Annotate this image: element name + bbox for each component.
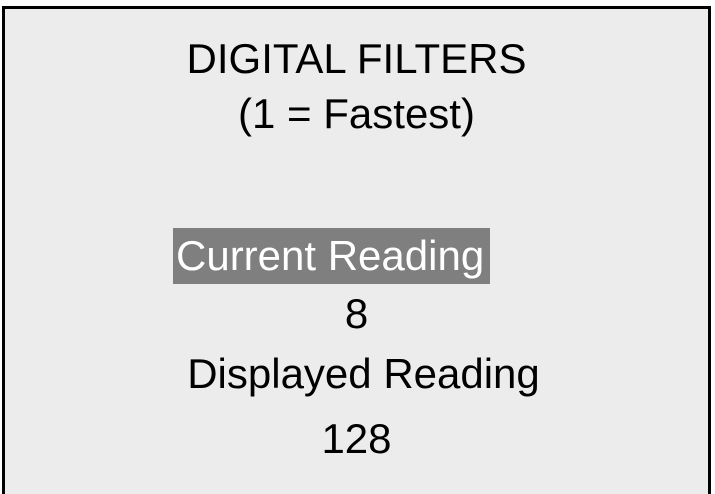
screen-subtitle: (1 = Fastest) — [238, 90, 475, 137]
menu-item-current-reading[interactable]: Current Reading — [173, 228, 491, 284]
displayed-reading-value: 128 — [321, 415, 392, 462]
current-reading-value: 8 — [344, 290, 369, 337]
digital-filters-screen: DIGITAL FILTERS (1 = Fastest) Current Re… — [2, 6, 711, 494]
menu-item-displayed-reading[interactable]: Displayed Reading — [5, 349, 708, 399]
screen-title: DIGITAL FILTERS — [186, 35, 527, 82]
